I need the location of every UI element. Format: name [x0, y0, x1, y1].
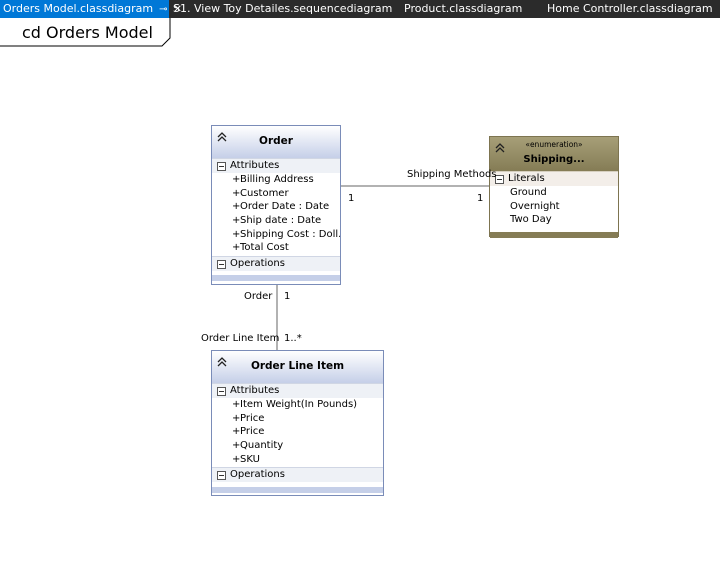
- target-multiplicity-label[interactable]: 1..*: [284, 333, 302, 344]
- attribute-row[interactable]: +Shipping Cost : Doll...: [212, 228, 340, 242]
- attribute-row[interactable]: +Order Date : Date: [212, 200, 340, 214]
- enum-stereotype: «enumeration»: [525, 140, 583, 149]
- attribute-row[interactable]: +Quantity: [212, 439, 383, 453]
- source-role-label[interactable]: Order: [244, 291, 272, 302]
- attribute-row[interactable]: +Price: [212, 412, 383, 426]
- attribute-row[interactable]: +Customer: [212, 187, 340, 201]
- class-footer: [212, 275, 340, 282]
- attribute-row[interactable]: +SKU: [212, 453, 383, 467]
- source-multiplicity-label[interactable]: 1: [284, 291, 290, 302]
- class-order-line-item[interactable]: Order Line Item Attributes +Item Weight(…: [211, 350, 384, 496]
- attribute-row[interactable]: +Item Weight(In Pounds): [212, 398, 383, 412]
- class-name: Order: [259, 135, 293, 147]
- section-collapse-icon[interactable]: [217, 260, 226, 270]
- attribute-row[interactable]: +Price: [212, 425, 383, 439]
- section-label: Attributes: [230, 160, 280, 171]
- class-header[interactable]: Order Line Item: [212, 351, 383, 383]
- section-label: Literals: [508, 173, 545, 184]
- class-order[interactable]: Order Attributes +Billing Address +Custo…: [211, 125, 341, 285]
- attribute-row[interactable]: +Billing Address: [212, 173, 340, 187]
- enum-footer: [490, 232, 618, 239]
- attribute-row[interactable]: +Ship date : Date: [212, 214, 340, 228]
- source-multiplicity-label[interactable]: 1: [348, 193, 354, 204]
- target-multiplicity-label[interactable]: 1: [477, 193, 483, 204]
- section-label: Operations: [230, 258, 285, 270]
- literal-row[interactable]: Overnight: [490, 200, 618, 214]
- section-collapse-icon[interactable]: [217, 471, 226, 481]
- attributes-section-header[interactable]: Attributes: [212, 158, 340, 173]
- section-label: Operations: [230, 469, 285, 481]
- attribute-row[interactable]: +Total Cost: [212, 241, 340, 255]
- class-name: Order Line Item: [250, 360, 345, 372]
- association-name-label[interactable]: Shipping Methods: [407, 169, 497, 180]
- target-role-label[interactable]: Order Line Item: [201, 333, 279, 344]
- literals-section-header[interactable]: Literals: [490, 171, 618, 186]
- attributes-section-header[interactable]: Attributes: [212, 383, 383, 398]
- class-header[interactable]: Order: [212, 126, 340, 158]
- literal-row[interactable]: Ground: [490, 186, 618, 200]
- enum-name: Shipping...: [523, 154, 585, 165]
- literal-row[interactable]: Two Day: [490, 213, 618, 227]
- section-label: Attributes: [230, 385, 280, 396]
- enum-shipping[interactable]: «enumeration» Shipping... Literals Groun…: [489, 136, 619, 239]
- section-collapse-icon[interactable]: [217, 162, 226, 171]
- operations-section-header[interactable]: Operations: [212, 467, 383, 483]
- operations-section-header[interactable]: Operations: [212, 256, 340, 272]
- enum-header[interactable]: «enumeration» Shipping...: [490, 137, 618, 171]
- class-footer: [212, 487, 383, 494]
- section-collapse-icon[interactable]: [217, 387, 226, 396]
